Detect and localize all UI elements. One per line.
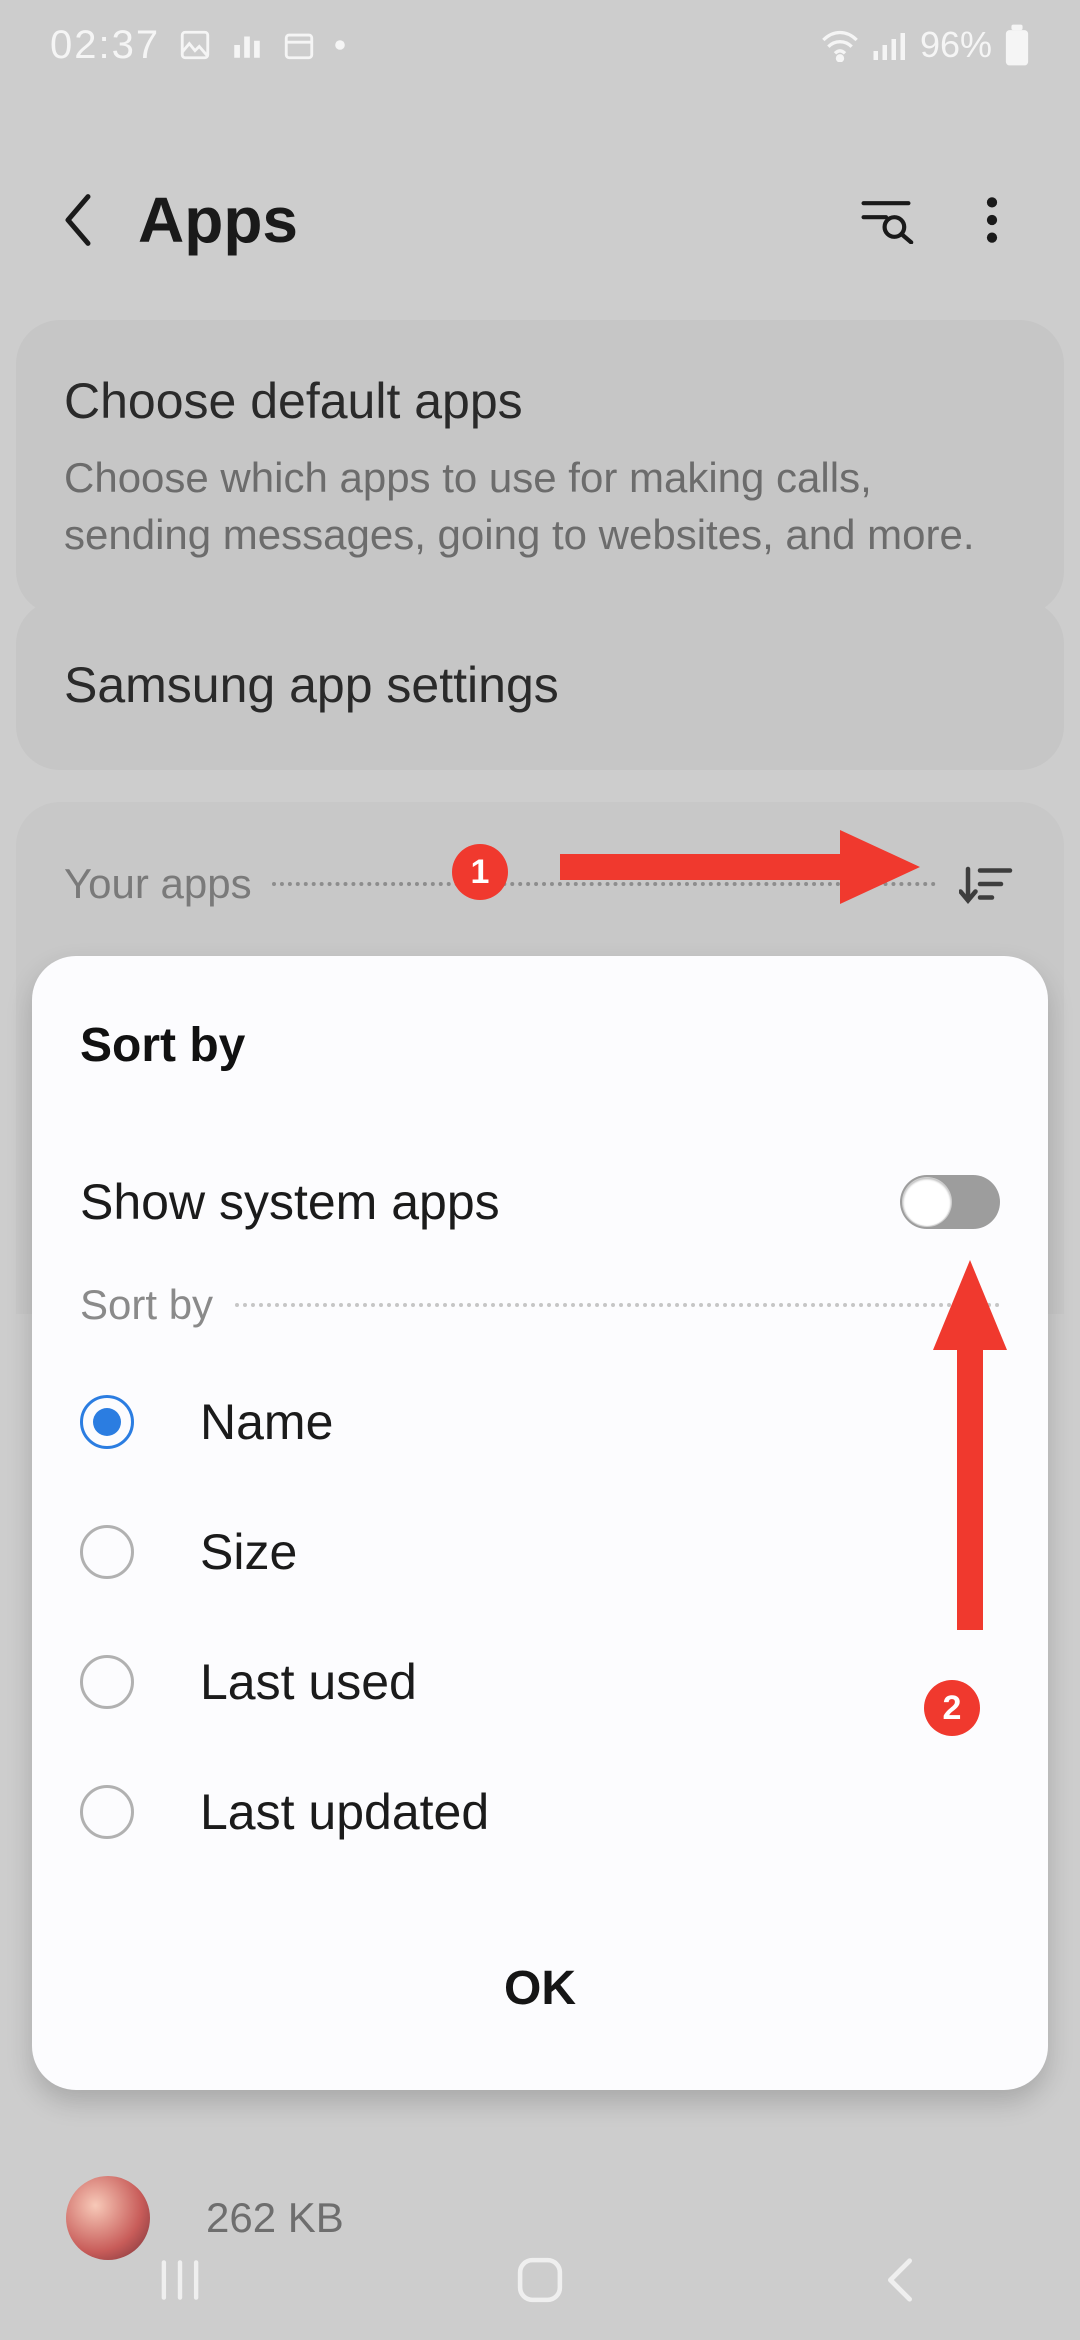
dot-icon [334, 39, 346, 51]
ok-button[interactable]: OK [68, 1937, 1012, 2040]
sheet-title: Sort by [80, 1018, 1012, 1073]
signal-icon [872, 29, 908, 61]
status-time: 02:37 [50, 23, 160, 68]
home-button[interactable] [500, 2240, 580, 2320]
calendar-icon [282, 28, 316, 62]
search-list-button[interactable] [856, 190, 916, 250]
annotation-badge-1: 1 [452, 844, 508, 900]
default-apps-card[interactable]: Choose default apps Choose which apps to… [16, 320, 1064, 615]
sort-option-label: Size [200, 1523, 297, 1581]
bar-chart-icon [230, 28, 264, 62]
sort-option-size[interactable]: Size [68, 1487, 1012, 1617]
status-bar: 02:37 96% [0, 0, 1080, 90]
default-apps-title: Choose default apps [64, 372, 1016, 430]
sort-option-label: Last used [200, 1653, 417, 1711]
default-apps-subtitle: Choose which apps to use for making call… [64, 450, 1016, 563]
radio-icon [80, 1655, 134, 1709]
sort-option-label: Last updated [200, 1783, 489, 1841]
dotted-divider [272, 882, 936, 886]
navigation-bar [0, 2220, 1080, 2340]
show-system-apps-toggle[interactable] [900, 1175, 1000, 1229]
annotation-badge-2: 2 [924, 1680, 980, 1736]
sort-by-subhead: Sort by [80, 1281, 213, 1329]
show-system-apps-label: Show system apps [80, 1173, 500, 1231]
radio-icon [80, 1785, 134, 1839]
back-button[interactable] [48, 190, 108, 250]
toggle-thumb [903, 1178, 951, 1226]
sort-button[interactable] [956, 854, 1016, 914]
more-options-button[interactable] [962, 190, 1022, 250]
show-system-apps-row[interactable]: Show system apps [68, 1163, 1012, 1241]
samsung-settings-title: Samsung app settings [64, 656, 1016, 714]
battery-percent: 96% [920, 24, 992, 66]
radio-icon [80, 1525, 134, 1579]
nav-back-button[interactable] [860, 2240, 940, 2320]
page-title: Apps [138, 183, 298, 257]
sort-sheet: Sort by Show system apps Sort by Name Si… [32, 956, 1048, 2090]
sort-option-name[interactable]: Name [68, 1357, 1012, 1487]
dotted-divider [235, 1303, 1000, 1307]
sort-option-last-updated[interactable]: Last updated [68, 1747, 1012, 1877]
recents-button[interactable] [140, 2240, 220, 2320]
battery-icon [1004, 24, 1030, 66]
image-icon [178, 28, 212, 62]
radio-icon [80, 1395, 134, 1449]
wifi-icon [820, 28, 860, 62]
sort-option-label: Name [200, 1393, 333, 1451]
samsung-settings-card[interactable]: Samsung app settings [16, 600, 1064, 770]
page-header: Apps [0, 140, 1080, 300]
your-apps-label: Your apps [64, 860, 252, 908]
sort-option-last-used[interactable]: Last used [68, 1617, 1012, 1747]
